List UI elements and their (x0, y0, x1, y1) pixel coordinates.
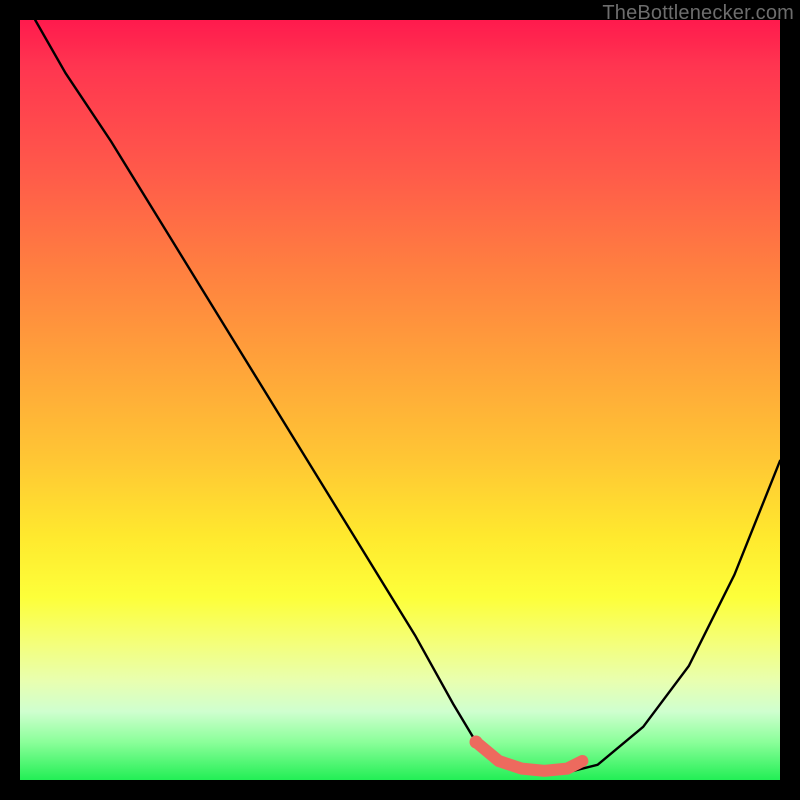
bottleneck-curve (35, 20, 780, 772)
plot-background-gradient (20, 20, 780, 780)
chart-frame: TheBottlenecker.com (0, 0, 800, 800)
watermark-text: TheBottlenecker.com (602, 2, 794, 25)
highlight-segment (476, 742, 582, 771)
chart-svg (20, 20, 780, 780)
